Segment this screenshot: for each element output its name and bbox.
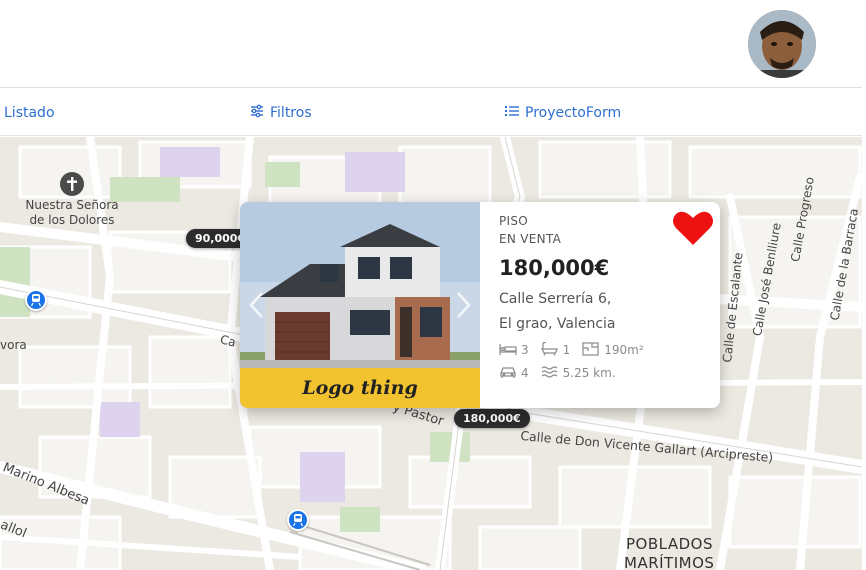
property-photo: Logo thing	[240, 202, 480, 408]
property-address: Calle Serrería 6, El grao, Valencia	[499, 287, 709, 337]
nav-proyectoform-label: ProyectoForm	[525, 105, 622, 121]
floor-plan-icon	[582, 341, 600, 359]
map-label-vora: vora	[0, 338, 27, 352]
sliders-icon	[250, 104, 264, 122]
bathrooms-count: 1	[562, 343, 571, 357]
nav-proyectoform[interactable]: ProyectoForm	[505, 103, 621, 123]
price-pin[interactable]: 180,000€	[454, 409, 530, 428]
page: Listado Filtros ProyectoForm Nuestra Señ…	[0, 0, 866, 570]
map-label-poblados: POBLADOS	[626, 535, 713, 553]
area-value: 190m²	[604, 343, 644, 357]
distance-value: 5.25 km.	[562, 366, 616, 380]
area-feature: 190m²	[582, 341, 644, 359]
nav-listado-label: Listado	[4, 105, 55, 121]
list-icon	[505, 104, 519, 122]
nav-filtros-label: Filtros	[270, 105, 312, 121]
avatar[interactable]	[748, 10, 816, 78]
top-bar	[0, 0, 862, 88]
parking-feature: 4	[499, 365, 529, 382]
features-row-1: 3 1 190m²	[499, 340, 709, 360]
favorite-heart-icon[interactable]	[672, 209, 714, 247]
distance-feature: 5.25 km.	[541, 365, 616, 382]
train-station-icon[interactable]	[25, 289, 47, 311]
bedrooms-feature: 3	[499, 342, 529, 359]
bathrooms-feature: 1	[540, 341, 571, 359]
address-line-1: Calle Serrería 6,	[499, 291, 612, 307]
address-line-2: El grao, Valencia	[499, 316, 616, 332]
nav-filtros[interactable]: Filtros	[250, 103, 312, 123]
agency-logo-band: Logo thing	[240, 368, 480, 408]
nav-bar: Listado Filtros ProyectoForm	[0, 89, 862, 136]
next-photo-arrow[interactable]	[452, 290, 474, 320]
map-label-maritimos: MARÍTIMOS	[624, 554, 715, 570]
car-icon	[499, 365, 517, 382]
prev-photo-arrow[interactable]	[246, 290, 268, 320]
bedrooms-count: 3	[521, 343, 529, 357]
bed-icon	[499, 342, 517, 359]
features-row-2: 4 5.25 km.	[499, 363, 709, 383]
church-icon[interactable]	[60, 172, 84, 196]
train-station-icon[interactable]	[287, 509, 309, 531]
parking-count: 4	[521, 366, 529, 380]
agency-logo: Logo thing	[302, 377, 418, 399]
right-edge	[862, 0, 866, 570]
property-price: 180,000€	[499, 256, 610, 280]
nav-listado[interactable]: Listado	[4, 103, 55, 123]
bathtub-icon	[540, 341, 559, 359]
map-label-church: Nuestra Señora de los Dolores	[25, 198, 119, 227]
waves-icon	[541, 365, 559, 382]
property-card[interactable]: Logo thing PISO EN VENTA 180,000€ Calle …	[240, 202, 720, 408]
